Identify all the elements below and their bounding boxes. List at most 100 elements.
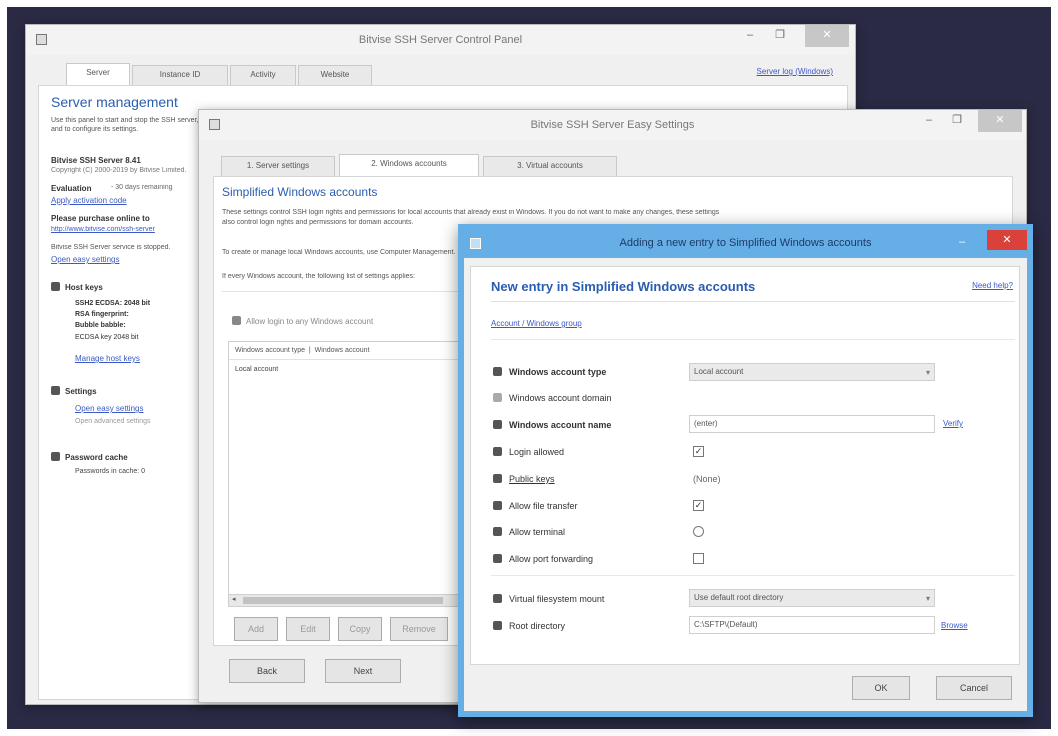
setting-icon — [493, 501, 502, 510]
cancel-button[interactable]: Cancel — [936, 676, 1012, 700]
copy-button[interactable]: Copy — [338, 617, 382, 641]
terminal-label: Allow terminal — [509, 527, 566, 537]
back-button[interactable]: Back — [229, 659, 305, 683]
account-type-select[interactable]: Local account ▾ — [689, 363, 935, 381]
account-group-link[interactable]: Account / Windows group — [491, 319, 582, 328]
chevron-down-icon: ▾ — [925, 368, 930, 377]
license-note: - 30 days remaining — [111, 184, 173, 191]
open-settings-link[interactable]: Open easy settings — [51, 255, 119, 264]
control-panel-title: Bitvise SSH Server Control Panel — [358, 34, 523, 46]
section-heading: Simplified Windows accounts — [222, 185, 378, 199]
license-label: Evaluation — [51, 184, 92, 193]
tab-website[interactable]: Website — [298, 65, 372, 85]
setting-icon — [493, 554, 502, 563]
settings-label: Settings — [65, 387, 97, 396]
tab-instance-id[interactable]: Instance ID — [132, 65, 228, 85]
allow-any-account-option[interactable]: Allow login to any Windows account — [232, 316, 373, 326]
minimize-icon[interactable]: – — [949, 232, 975, 254]
close-icon[interactable]: ✕ — [805, 25, 849, 47]
account-name-input[interactable]: (enter) — [689, 415, 935, 433]
description-line: These settings control SSH login rights … — [222, 209, 720, 216]
host-keys-label: Host keys — [65, 283, 103, 292]
host-key-line: SSH2 ECDSA: 2048 bit — [75, 300, 151, 307]
close-icon[interactable]: ✕ — [978, 110, 1022, 132]
file-transfer-checkbox[interactable]: ✓ — [693, 500, 704, 511]
browse-link[interactable]: Browse — [941, 621, 968, 630]
key-icon — [51, 282, 60, 291]
product-name: Bitvise SSH Server 8.41 — [51, 156, 141, 165]
public-keys-link[interactable]: Public keys — [509, 474, 555, 484]
server-log-link[interactable]: Server log (Windows) — [757, 67, 833, 76]
minimize-icon[interactable]: – — [737, 25, 763, 47]
tab-server[interactable]: Server — [66, 63, 130, 85]
column-header[interactable]: Windows account type — [235, 347, 305, 354]
remove-button[interactable]: Remove — [390, 617, 448, 641]
close-icon[interactable]: ✕ — [987, 230, 1027, 250]
folder-icon — [493, 621, 502, 630]
option-icon — [232, 316, 241, 325]
intro-text: Use this panel to start and stop the SSH… — [51, 117, 199, 133]
account-type-value: Local account — [694, 367, 744, 376]
row-icon — [493, 367, 503, 377]
account-type-label: Windows account type — [509, 367, 607, 377]
dialog-titlebar[interactable]: Adding a new entry to Simplified Windows… — [464, 230, 1027, 258]
host-keys-heading: Host keys — [51, 282, 103, 292]
horizontal-scrollbar[interactable]: ◂ — [229, 594, 467, 606]
ok-button[interactable]: OK — [852, 676, 910, 700]
host-key-line: ECDSA key 2048 bit — [75, 334, 139, 341]
help-link[interactable]: Need help? — [972, 281, 1013, 290]
password-cache-heading: Password cache — [51, 452, 128, 462]
add-entry-dialog: Adding a new entry to Simplified Windows… — [458, 224, 1033, 717]
vfs-mount-value: Use default root directory — [694, 593, 784, 602]
divider — [222, 291, 462, 292]
activation-link[interactable]: Apply activation code — [51, 196, 127, 205]
dialog-content: New entry in Simplified Windows accounts… — [470, 266, 1020, 665]
tab-server-settings[interactable]: 1. Server settings — [221, 156, 335, 176]
edit-button[interactable]: Edit — [286, 617, 330, 641]
column-header[interactable]: Windows account — [315, 347, 370, 354]
divider — [491, 339, 1015, 340]
divider — [491, 575, 1015, 576]
host-key-line: RSA fingerprint: — [75, 311, 129, 318]
vfs-mount-label: Virtual filesystem mount — [509, 594, 605, 604]
setting-icon — [493, 367, 502, 376]
easy-settings-titlebar[interactable]: Bitvise SSH Server Easy Settings – ❐ ✕ — [199, 110, 1026, 140]
tab-windows-accounts[interactable]: 2. Windows accounts — [339, 154, 479, 176]
terminal-radio[interactable] — [693, 526, 704, 537]
root-directory-input[interactable]: C:\SFTP\(Default) — [689, 616, 935, 634]
tab-virtual-accounts[interactable]: 3. Virtual accounts — [483, 156, 617, 176]
setting-icon — [493, 447, 502, 456]
password-cache-label: Password cache — [65, 453, 128, 462]
accounts-list[interactable]: Windows account type | Windows account L… — [228, 341, 468, 607]
manage-host-keys-link[interactable]: Manage host keys — [75, 354, 140, 363]
dialog-title: Adding a new entry to Simplified Windows… — [619, 237, 872, 249]
login-allowed-checkbox[interactable]: ✓ — [693, 446, 704, 457]
maximize-icon[interactable]: ❐ — [767, 25, 793, 47]
advanced-settings-link[interactable]: Open advanced settings — [75, 418, 151, 425]
tab-activity[interactable]: Activity — [230, 65, 296, 85]
port-forwarding-checkbox[interactable] — [693, 553, 704, 564]
purchase-link[interactable]: http://www.bitvise.com/ssh-server — [51, 226, 196, 233]
control-panel-titlebar[interactable]: Bitvise SSH Server Control Panel – ❐ ✕ — [26, 25, 855, 55]
dialog-heading: New entry in Simplified Windows accounts — [491, 279, 756, 294]
description-line: also control login rights and permission… — [222, 219, 414, 226]
list-item[interactable]: Local account — [229, 362, 467, 378]
minimize-icon[interactable]: – — [916, 110, 942, 132]
maximize-icon[interactable]: ❐ — [944, 110, 970, 132]
host-key-line: Bubble babble: — [75, 322, 126, 329]
setting-icon — [493, 594, 502, 603]
add-button[interactable]: Add — [234, 617, 278, 641]
copyright-text: Copyright (C) 2000-2019 by Bitvise Limit… — [51, 167, 187, 174]
verify-link[interactable]: Verify — [943, 419, 963, 428]
list-header: Windows account type | Windows account — [229, 342, 467, 360]
easy-settings-link[interactable]: Open easy settings — [75, 404, 143, 413]
create-accounts-note: To create or manage local Windows accoun… — [222, 249, 456, 256]
page-title: Server management — [51, 94, 178, 110]
divider — [491, 301, 1015, 302]
next-button[interactable]: Next — [325, 659, 401, 683]
status-note: Bitvise SSH Server service is stopped. — [51, 244, 171, 251]
scrollbar-thumb[interactable] — [243, 597, 443, 604]
scroll-left-icon[interactable]: ◂ — [232, 595, 236, 603]
vfs-mount-select[interactable]: Use default root directory ▾ — [689, 589, 935, 607]
host-key-lines: SSH2 ECDSA: 2048 bit RSA fingerprint: Bu… — [75, 298, 150, 331]
